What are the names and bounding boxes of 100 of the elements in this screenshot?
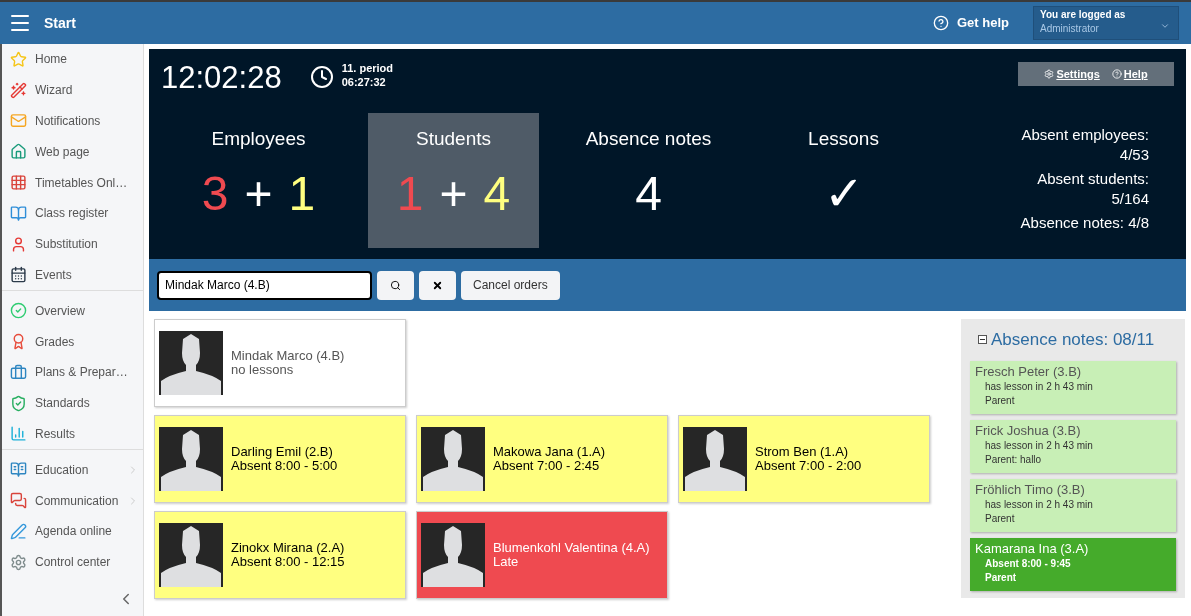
note-detail: has lesson in 2 h 43 min <box>984 497 1094 512</box>
help-icon <box>1111 69 1122 79</box>
bar-chart-icon <box>10 425 27 443</box>
stat-tile[interactable]: Employees 3 + 1 <box>173 113 344 248</box>
stat-tile[interactable]: Lessons ✓ <box>758 113 929 248</box>
sidebar-item[interactable]: Timetables Onl… <box>2 167 143 198</box>
avatar-silhouette-icon <box>159 523 223 587</box>
search-field[interactable]: Mindak Marco (4.B) <box>157 270 372 300</box>
envelope-icon <box>10 112 27 130</box>
gear-icon <box>10 553 27 571</box>
person-status: Absent 8:00 - 12:15 <box>231 555 345 569</box>
sidebar-item[interactable]: Home <box>2 44 143 75</box>
sidebar-item[interactable]: Education <box>2 454 143 486</box>
sidebar-item[interactable]: Grades <box>2 326 143 357</box>
stat-tile[interactable]: Students 1 + 4 <box>368 113 539 248</box>
sidebar-item[interactable]: Communication <box>2 485 143 516</box>
house-icon <box>10 143 27 161</box>
person-card[interactable]: Blumenkohl Valentina (4.A) Late <box>416 511 668 599</box>
note-name: Fröhlich Timo (3.B) <box>975 481 1086 498</box>
briefcase-icon <box>10 363 27 381</box>
sidebar-item[interactable]: Class register <box>2 198 143 229</box>
stat-tile[interactable]: Absence notes 4 <box>563 113 734 248</box>
note-name: Kamarana Ina (3.A) <box>975 540 1090 557</box>
avatar-silhouette-icon <box>159 427 223 491</box>
star-icon <box>10 50 27 68</box>
person-name: Mindak Marco (4.B) <box>231 349 345 363</box>
search-icon <box>390 279 401 291</box>
help-link[interactable]: Help <box>1111 65 1148 83</box>
sidebar-item[interactable]: Wizard <box>2 74 143 106</box>
person-status: Absent 7:00 - 2:00 <box>755 459 862 473</box>
person-name: Darling Emil (2.B) <box>231 445 334 459</box>
sidebar-item[interactable]: Web page <box>2 136 143 168</box>
pen-icon <box>10 522 27 540</box>
sidebar-item[interactable]: Results <box>2 418 143 450</box>
get-help-button[interactable]: Get help <box>933 13 1009 33</box>
notebook-icon <box>10 204 27 222</box>
absence-summary: Absent students: 5/164 <box>1036 169 1149 209</box>
check-circle-icon <box>10 302 27 320</box>
note-source: Parent <box>984 570 1018 585</box>
note-source: Parent <box>984 511 1016 526</box>
person-name: Strom Ben (1.A) <box>755 445 850 459</box>
search-button[interactable] <box>377 270 414 300</box>
note-source: Parent <box>984 393 1016 408</box>
sidebar-item[interactable]: Substitution <box>2 228 143 260</box>
person-name: Zinokx Mirana (2.A) <box>231 541 345 555</box>
calendar-grid-icon <box>10 174 27 192</box>
clock-icon <box>309 65 334 89</box>
help-icon <box>933 15 949 31</box>
person-status: Absent 7:00 - 2:45 <box>493 459 600 473</box>
page-title: Start <box>44 13 76 33</box>
person-status: Absent 8:00 - 5:00 <box>231 459 338 473</box>
sidebar-item[interactable]: Overview <box>2 295 143 327</box>
person-card[interactable]: Makowa Jana (1.A) Absent 7:00 - 2:45 <box>416 415 668 503</box>
period-time: 06:27:32 <box>341 75 387 89</box>
person-name: Makowa Jana (1.A) <box>493 445 605 459</box>
sidebar-item[interactable]: Agenda online <box>2 515 143 547</box>
clock-time: 12:02:28 <box>161 59 282 97</box>
absence-summary: Absent employees: 4/53 <box>1020 125 1149 165</box>
absence-note-card[interactable]: Frick Joshua (3.B) has lesson in 2 h 43 min Parent: hallo <box>970 419 1176 473</box>
sidebar-item[interactable]: Plans & Prepar… <box>2 356 143 388</box>
chat-icon <box>10 492 27 510</box>
person-card[interactable]: Mindak Marco (4.B) no lessons <box>154 319 406 407</box>
person-status: no lessons <box>231 363 295 377</box>
note-detail: has lesson in 2 h 43 min <box>984 379 1094 394</box>
close-icon <box>432 279 443 291</box>
user-dropdown[interactable]: You are logged as Administrator <box>1033 6 1179 40</box>
person-icon <box>10 235 27 253</box>
sidebar-item[interactable]: Control center <box>2 546 143 578</box>
absence-summary: Absence notes: 4/8 <box>1019 213 1149 233</box>
sidebar-item[interactable]: Notifications <box>2 105 143 137</box>
period-label: 11. period <box>341 61 394 75</box>
note-source: Parent: hallo <box>984 452 1043 467</box>
caret-icon <box>1160 21 1170 31</box>
avatar-silhouette-icon <box>683 427 747 491</box>
open-book-icon <box>10 461 27 479</box>
gear-icon <box>1044 69 1055 79</box>
clear-button[interactable] <box>419 270 456 300</box>
calendar-icon <box>10 266 27 284</box>
absence-notes-title: Absence notes: 08/11 <box>991 329 1155 351</box>
absence-note-card[interactable]: Fresch Peter (3.B) has lesson in 2 h 43 min Parent <box>970 360 1176 414</box>
avatar-silhouette-icon <box>159 331 223 395</box>
note-detail: Absent 8:00 - 9:45 <box>984 556 1072 571</box>
note-detail: has lesson in 2 h 43 min <box>984 438 1094 453</box>
collapse-toggle-icon[interactable] <box>978 335 987 345</box>
cancel-orders-button[interactable]: Cancel orders <box>461 270 560 300</box>
person-card[interactable]: Strom Ben (1.A) Absent 7:00 - 2:00 <box>678 415 930 503</box>
person-name: Blumenkohl Valentina (4.A) <box>493 541 650 555</box>
avatar-silhouette-icon <box>421 523 485 587</box>
avatar-silhouette-icon <box>421 427 485 491</box>
shield-check-icon <box>10 394 27 412</box>
note-name: Fresch Peter (3.B) <box>975 363 1083 380</box>
sidebar-item[interactable]: Events <box>2 259 143 291</box>
person-card[interactable]: Darling Emil (2.B) Absent 8:00 - 5:00 <box>154 415 406 503</box>
absence-note-card[interactable]: Fröhlich Timo (3.B) has lesson in 2 h 43 min Parent <box>970 478 1176 532</box>
note-name: Frick Joshua (3.B) <box>975 422 1082 439</box>
settings-link[interactable]: Settings <box>1044 65 1100 83</box>
magic-wand-icon <box>10 81 27 99</box>
sidebar-item[interactable]: Standards <box>2 387 143 419</box>
person-card[interactable]: Zinokx Mirana (2.A) Absent 8:00 - 12:15 <box>154 511 406 599</box>
person-status: Late <box>493 555 520 569</box>
